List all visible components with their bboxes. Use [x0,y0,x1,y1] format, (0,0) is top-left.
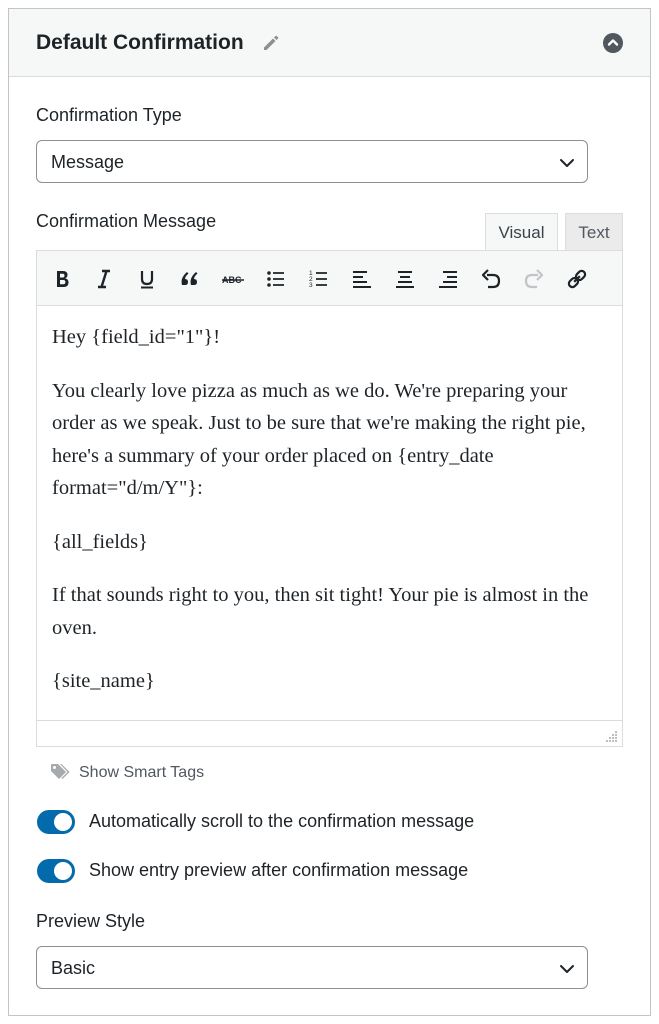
preview-style-value: Basic [51,958,96,978]
confirmation-type-select[interactable]: Message [36,140,588,183]
preview-style-label: Preview Style [36,911,146,931]
edit-pencil-icon[interactable] [261,33,281,53]
tab-visual[interactable]: Visual [485,213,558,251]
message-editor[interactable]: ABC 123 Hey {field_id="1"}! You clearly … [36,250,623,747]
preview-style-select[interactable]: Basic [36,946,588,989]
tags-icon [51,764,70,779]
italic-icon[interactable] [91,266,117,292]
editor-content[interactable]: Hey {field_id="1"}! You clearly love piz… [52,321,608,719]
bullet-list-icon[interactable] [263,266,289,292]
confirmation-type-value: Message [51,152,125,172]
message-paragraph: If that sounds right to you, then sit ti… [52,584,589,639]
redo-icon[interactable] [521,266,547,292]
resize-grip-icon[interactable] [606,730,618,742]
align-left-icon[interactable] [349,266,375,292]
link-icon[interactable] [564,266,590,292]
panel-header: Default Confirmation [9,9,650,77]
auto-scroll-toggle[interactable] [37,810,75,834]
entry-preview-label: Show entry preview after confirmation me… [89,860,469,880]
confirmation-message-label: Confirmation Message [36,211,217,231]
entry-preview-toggle[interactable] [37,859,75,883]
chevron-down-icon [560,159,574,167]
message-paragraph: {site_name} [52,670,155,692]
toggle-knob [54,862,72,880]
chevron-down-icon [560,965,574,973]
auto-scroll-label: Automatically scroll to the confirmation… [89,811,475,831]
confirmation-type-label: Confirmation Type [36,105,182,125]
align-right-icon[interactable] [435,266,461,292]
show-smart-tags-label: Show Smart Tags [79,764,205,781]
align-center-icon[interactable] [392,266,418,292]
tab-text[interactable]: Text [565,213,623,251]
message-paragraph: {all_fields} [52,530,148,553]
undo-icon[interactable] [478,266,504,292]
strikethrough-icon[interactable]: ABC [220,266,246,292]
blockquote-icon[interactable] [177,266,203,292]
confirmation-panel: Default Confirmation Confirmation Type M… [8,8,651,1016]
panel-title: Default Confirmation [36,31,244,54]
toggle-knob [54,813,72,831]
message-paragraph: You clearly love pizza as much as we do.… [52,379,586,500]
underline-icon[interactable] [134,266,160,292]
numbered-list-icon[interactable]: 123 [306,266,332,292]
bold-icon[interactable] [49,266,75,292]
svg-text:3: 3 [309,282,313,289]
editor-toolbar: ABC 123 [37,251,622,306]
editor-statusbar [37,720,622,746]
collapse-toggle-icon[interactable] [603,33,623,53]
message-paragraph: Hey {field_id="1"}! [52,326,221,348]
